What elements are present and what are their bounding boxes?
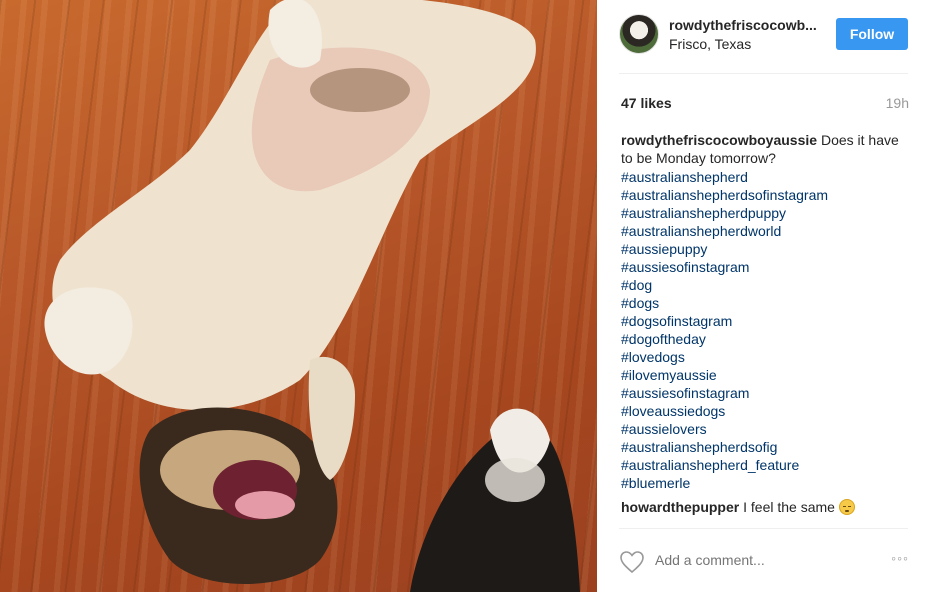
hashtag-link[interactable]: #ilovemyaussie	[621, 366, 911, 384]
caption: rowdythefriscocowboyaussie Does it have …	[621, 131, 911, 167]
puppy-spots	[310, 68, 410, 112]
hashtag-link[interactable]: #dogs	[621, 294, 911, 312]
post-header: rowdythefriscocowb... Frisco, Texas Foll…	[597, 0, 931, 74]
hashtag-link[interactable]: #lovedogs	[621, 348, 911, 366]
puppy-tongue	[235, 491, 295, 519]
hashtag-link[interactable]: #australianshepherd_feature	[621, 456, 911, 474]
post-author-username[interactable]: rowdythefriscocowb...	[669, 17, 819, 33]
heart-outline-icon[interactable]	[619, 550, 645, 574]
hashtag-link[interactable]: #aussiepuppy	[621, 240, 911, 258]
puppy-leg-left	[44, 287, 133, 375]
hashtag-link[interactable]: #dogoftheday	[621, 330, 911, 348]
hashtag-link[interactable]: #loveaussiedogs	[621, 402, 911, 420]
puppy-illustration	[44, 0, 580, 592]
hashtag-link[interactable]: #aussiesofinstagram	[621, 384, 911, 402]
hashtag-link[interactable]: #australianshepherdworld	[621, 222, 911, 240]
add-comment-input[interactable]	[655, 552, 855, 568]
hashtag-link[interactable]: #dogsofinstagram	[621, 312, 911, 330]
post-location[interactable]: Frisco, Texas	[669, 36, 751, 52]
hashtag-link[interactable]: #dog	[621, 276, 911, 294]
hashtag-link[interactable]: #aussiesofinstagram	[621, 258, 911, 276]
hashtag-link[interactable]: #australianshepherdsofig	[621, 438, 911, 456]
follow-button[interactable]: Follow	[836, 18, 908, 50]
more-options-button[interactable]: ◦◦◦	[891, 550, 909, 566]
post-time[interactable]: 19h	[886, 95, 909, 111]
second-dog-spots	[485, 458, 545, 502]
hashtag-link[interactable]: #bluemerle	[621, 474, 911, 492]
post-photo[interactable]	[0, 0, 597, 592]
comment-text: I feel the same	[743, 499, 835, 515]
hashtag-link[interactable]: #aussielovers	[621, 420, 911, 438]
comment-username[interactable]: howardthepupper	[621, 499, 739, 515]
hashtag-link[interactable]: #australianshepherd	[621, 168, 911, 186]
hashtag-list: #australianshepherd #australianshepherdso…	[621, 168, 911, 492]
avatar[interactable]	[619, 14, 659, 54]
hashtag-link[interactable]: #australianshepherdsofinstagram	[621, 186, 911, 204]
post-sidebar: rowdythefriscocowb... Frisco, Texas Foll…	[597, 0, 931, 592]
comment: howardthepupper I feel the same	[621, 498, 911, 516]
sleepy-face-emoji-icon	[838, 499, 855, 515]
comment-actions: ◦◦◦	[597, 528, 931, 592]
likes-count[interactable]: 47 likes	[621, 95, 672, 111]
hashtag-link[interactable]: #australianshepherdpuppy	[621, 204, 911, 222]
divider	[619, 73, 908, 74]
caption-username[interactable]: rowdythefriscocowboyaussie	[621, 132, 817, 148]
